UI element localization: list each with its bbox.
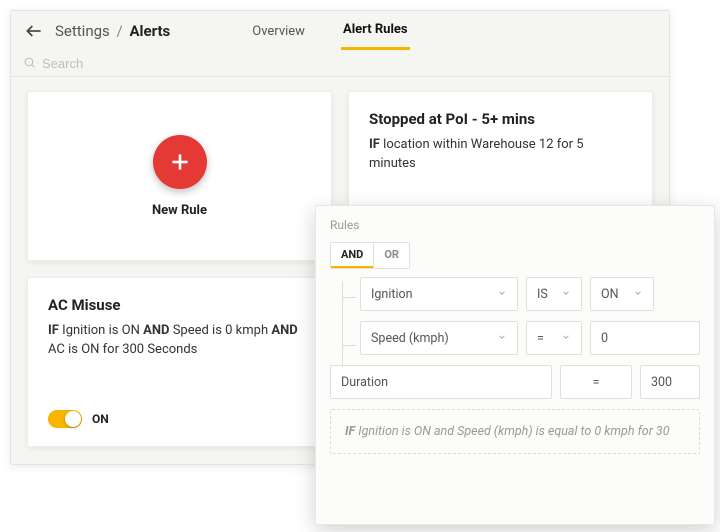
logic-tab-or[interactable]: OR bbox=[373, 243, 409, 268]
condition-operator-select[interactable]: = bbox=[526, 321, 582, 355]
tree-connector bbox=[342, 345, 356, 346]
rule-preview: IF Ignition is ON and Speed (kmph) is eq… bbox=[330, 409, 700, 454]
condition-field-select[interactable]: Ignition bbox=[360, 277, 518, 311]
rule-card-ac-misuse[interactable]: AC Misuse IF Ignition is ON AND Speed is… bbox=[27, 277, 332, 447]
toggle-state-label: ON bbox=[92, 412, 109, 426]
condition-value-select[interactable]: ON bbox=[590, 277, 654, 311]
search-icon bbox=[23, 54, 36, 73]
rules-heading: Rules bbox=[330, 218, 700, 232]
condition-field-select[interactable]: Speed (kmph) bbox=[360, 321, 518, 355]
tab-overview[interactable]: Overview bbox=[250, 14, 307, 49]
tab-alert-rules[interactable]: Alert Rules bbox=[341, 12, 410, 50]
new-rule-label: New Rule bbox=[152, 203, 207, 218]
rule-title: AC Misuse bbox=[48, 296, 311, 314]
plus-icon bbox=[153, 135, 207, 189]
tree-connector bbox=[342, 281, 356, 367]
new-rule-card[interactable]: New Rule bbox=[27, 91, 332, 261]
breadcrumb-current: Alerts bbox=[129, 22, 170, 40]
rule-description: IF location within Warehouse 12 for 5 mi… bbox=[369, 136, 632, 174]
breadcrumb-parent[interactable]: Settings bbox=[55, 22, 110, 40]
condition-operator-select[interactable]: IS bbox=[526, 277, 582, 311]
rule-title: Stopped at PoI - 5+ mins bbox=[369, 110, 632, 128]
duration-field[interactable]: Duration bbox=[330, 365, 552, 399]
rule-toggle[interactable] bbox=[48, 410, 82, 428]
condition-row: Ignition IS ON bbox=[360, 277, 700, 311]
chevron-down-icon bbox=[633, 287, 643, 302]
search-input[interactable] bbox=[42, 56, 657, 71]
rules-editor-panel: Rules AND OR Ignition IS ON Speed (kmph) bbox=[315, 205, 715, 525]
rule-description: IF Ignition is ON AND Speed is 0 kmph AN… bbox=[48, 322, 311, 360]
breadcrumb-separator: / bbox=[117, 22, 123, 40]
tree-connector bbox=[342, 297, 356, 298]
chevron-down-icon bbox=[561, 331, 571, 346]
back-button[interactable] bbox=[23, 20, 45, 42]
duration-operator[interactable]: = bbox=[560, 365, 632, 399]
chevron-down-icon bbox=[497, 331, 507, 346]
chevron-down-icon bbox=[561, 287, 571, 302]
condition-row: Duration = 300 bbox=[330, 365, 700, 399]
breadcrumb: Settings / Alerts bbox=[55, 22, 170, 40]
duration-value-input[interactable]: 300 bbox=[640, 365, 700, 399]
condition-value-input[interactable]: 0 bbox=[590, 321, 700, 355]
condition-row: Speed (kmph) = 0 bbox=[360, 321, 700, 355]
chevron-down-icon bbox=[497, 287, 507, 302]
logic-tab-and[interactable]: AND bbox=[331, 243, 373, 268]
